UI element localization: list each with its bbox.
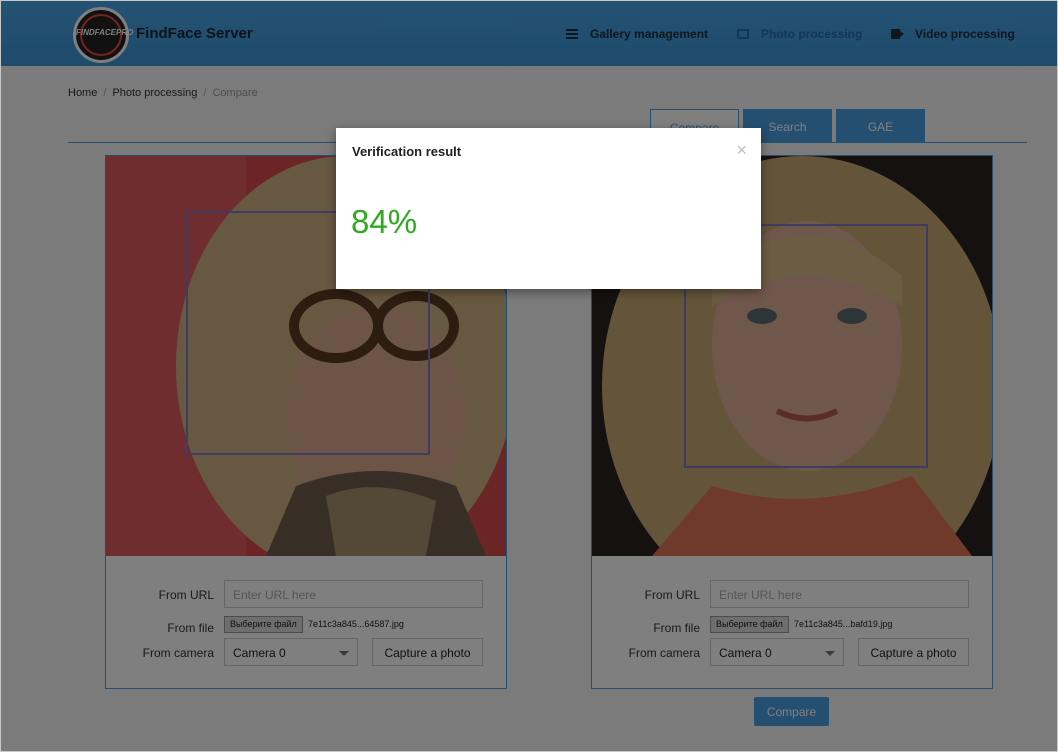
modal-backdrop[interactable] — [1, 1, 1057, 751]
modal-title: Verification result — [352, 144, 462, 159]
similarity-score: 84% — [351, 203, 418, 240]
app-window: FINDFACEPRO FindFace Server Gallery mana… — [0, 0, 1058, 752]
close-icon[interactable]: × — [736, 140, 747, 161]
verification-result-modal: Verification result × 84% — [336, 128, 761, 289]
